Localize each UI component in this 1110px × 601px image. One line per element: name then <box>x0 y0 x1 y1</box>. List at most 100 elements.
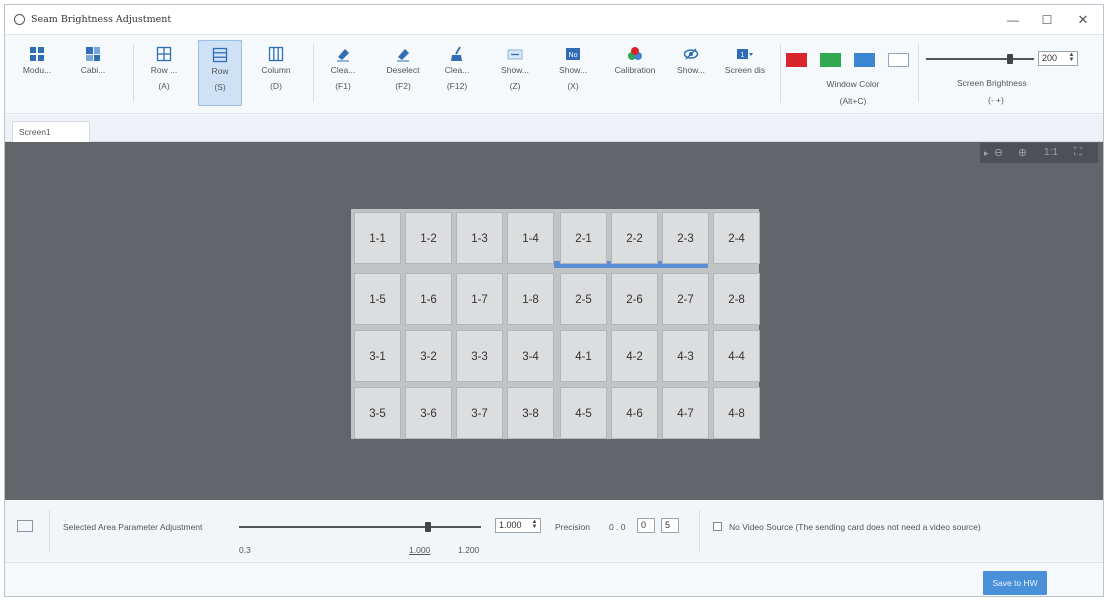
eye-icon <box>683 48 699 60</box>
white-swatch-button[interactable] <box>888 53 909 67</box>
title-bar: Seam Brightness Adjustment — ☐ ✕ <box>5 5 1103 35</box>
cabinet-cell[interactable]: 4-8 <box>713 387 760 439</box>
deselect-shortcut: (F2) <box>395 81 411 91</box>
window-title: Seam Brightness Adjustment <box>31 14 172 25</box>
show-label-z: Show... <box>501 65 529 75</box>
toolbar-divider <box>313 44 314 102</box>
actual-size-button[interactable]: 1:1 <box>1044 147 1058 158</box>
row-column-button[interactable]: Row ... (A) <box>142 40 186 106</box>
cabinet-cell[interactable]: 1-8 <box>507 273 554 325</box>
zoom-in-icon[interactable]: ⊕ <box>1018 146 1027 159</box>
show-shortcut-x: (X) <box>567 81 579 91</box>
column-button[interactable]: Column (D) <box>254 40 298 106</box>
green-swatch-button[interactable] <box>820 53 841 67</box>
keyboard-icon[interactable] <box>17 520 33 532</box>
screen-brightness-spinbox[interactable]: 200 ▲ ▼ <box>1038 51 1078 66</box>
cabinet-cell[interactable]: 2-4 <box>713 212 760 264</box>
slider-max-label: 1.200 <box>458 545 480 555</box>
cabinet-cell[interactable]: 4-1 <box>560 330 607 382</box>
deselect-button[interactable]: Deselect (F2) <box>381 40 425 106</box>
spinner-arrows-icon[interactable]: ▲ ▼ <box>530 519 539 531</box>
module-label: Modu... <box>22 65 52 75</box>
cabinet-grid: 1-1 1-2 1-3 1-4 2-1 2-2 2-3 2-4 1-5 1-6 1-7 1-8 2-5 2… <box>351 209 760 439</box>
deselect-label: Deselect <box>386 65 420 75</box>
save-to-hw-button[interactable]: Save to HW <box>983 571 1047 595</box>
cabinet-cell[interactable]: 2-5 <box>560 273 607 325</box>
fit-screen-icon[interactable]: ⛶ <box>1074 146 1082 159</box>
screen-canvas[interactable]: ▸ ⊖ ⊕ 1:1 ⛶ 1-1 1-2 1-3 1-4 2-1 2-2 2-3 2-4 1-5 1… <box>5 142 1103 500</box>
cabinet-cell[interactable]: 1-3 <box>456 212 503 264</box>
show-button-z[interactable]: Show... (Z) <box>493 40 537 106</box>
zoom-out-icon[interactable]: ⊖ <box>994 146 1003 159</box>
clear-button[interactable]: Clea... (F1) <box>321 40 365 106</box>
broom-icon <box>451 46 462 61</box>
column-icon <box>268 46 284 62</box>
precision-digit-2[interactable]: 5 <box>661 518 679 533</box>
parameter-adjustment-label: Selected Area Parameter Adjustment <box>63 522 203 532</box>
cabinet-cell[interactable]: 1-5 <box>354 273 401 325</box>
svg-text:1: 1 <box>741 52 745 59</box>
column-label: Column <box>261 65 291 75</box>
cabinet-cell[interactable]: 2-7 <box>662 273 709 325</box>
clear-all-button[interactable]: Clea... (F12) <box>435 40 479 106</box>
row-button[interactable]: Row (S) <box>198 40 242 106</box>
param-divider <box>699 510 700 552</box>
cabinet-cell[interactable]: 2-6 <box>611 273 658 325</box>
column-shortcut: (D) <box>270 81 282 91</box>
cabinet-button[interactable]: Cabi... <box>71 40 115 106</box>
spinner-arrows-icon[interactable]: ▲ ▼ <box>1067 52 1076 64</box>
cabinet-cell[interactable]: 4-4 <box>713 330 760 382</box>
screen-brightness-label: Screen Brightness <box>957 78 1027 88</box>
cabinet-cell[interactable]: 4-2 <box>611 330 658 382</box>
cabinet-cell[interactable]: 3-6 <box>405 387 452 439</box>
cabinet-cell[interactable]: 4-3 <box>662 330 709 382</box>
cabinet-cell[interactable]: 3-8 <box>507 387 554 439</box>
tab-screen1[interactable]: Screen1 <box>12 121 90 142</box>
cabinet-cell[interactable]: 2-2 <box>611 212 658 264</box>
parameter-slider-thumb[interactable] <box>424 522 431 532</box>
no-video-source-checkbox[interactable] <box>713 522 722 531</box>
screen-brightness-slider[interactable] <box>926 58 1034 60</box>
cabinet-cell[interactable]: 1-7 <box>456 273 503 325</box>
precision-label: Precision <box>555 522 590 532</box>
red-swatch-button[interactable] <box>786 53 807 67</box>
cabinet-cell[interactable]: 1-2 <box>405 212 452 264</box>
minimize-button[interactable]: — <box>1001 11 1025 29</box>
cabinet-cell[interactable]: 2-1 <box>560 212 607 264</box>
cabinet-cell[interactable]: 2-3 <box>662 212 709 264</box>
cabinet-cell[interactable]: 3-7 <box>456 387 503 439</box>
cabinet-cell[interactable]: 1-4 <box>507 212 554 264</box>
toolbar-divider <box>133 44 134 102</box>
show-button[interactable]: Show... <box>669 40 713 106</box>
cabinet-cell[interactable]: 3-2 <box>405 330 452 382</box>
maximize-button[interactable]: ☐ <box>1035 11 1059 29</box>
cabinet-cell[interactable]: 3-1 <box>354 330 401 382</box>
expand-arrow-icon[interactable]: ▸ <box>984 148 989 159</box>
screen-brightness-thumb[interactable] <box>1007 54 1014 64</box>
cabinet-cell[interactable]: 4-5 <box>560 387 607 439</box>
show-label: Show... <box>677 65 705 75</box>
cabinet-cell[interactable]: 4-6 <box>611 387 658 439</box>
show-button-x[interactable]: No Show... (X) <box>551 40 595 106</box>
module-button[interactable]: Modu... <box>15 40 59 106</box>
cabinet-cell[interactable]: 3-5 <box>354 387 401 439</box>
screen-display-label: Screen dis <box>724 65 766 75</box>
precision-digit-1[interactable]: 0 <box>637 518 655 533</box>
cabinet-cell[interactable]: 3-4 <box>507 330 554 382</box>
cabinet-cell[interactable]: 3-3 <box>456 330 503 382</box>
parameter-spinbox[interactable]: 1.000 ▲ ▼ <box>495 518 541 533</box>
close-button[interactable]: ✕ <box>1071 11 1095 29</box>
clear-all-label: Clea... <box>444 65 470 75</box>
cabinet-cell[interactable]: 1-6 <box>405 273 452 325</box>
screen-display-button[interactable]: 1 Screen dis <box>719 40 771 106</box>
parameter-value: 1.000 <box>499 520 522 530</box>
cabinet-cell[interactable]: 2-8 <box>713 273 760 325</box>
blue-swatch-button[interactable] <box>854 53 875 67</box>
clear-label: Clea... <box>330 65 356 75</box>
row-shortcut: (S) <box>214 82 226 92</box>
screen-brightness-shortcut: (- +) <box>988 95 1004 105</box>
cabinet-cell[interactable]: 4-7 <box>662 387 709 439</box>
parameter-slider[interactable] <box>239 526 481 528</box>
cabinet-cell[interactable]: 1-1 <box>354 212 401 264</box>
calibration-button[interactable]: Calibration <box>609 40 661 106</box>
